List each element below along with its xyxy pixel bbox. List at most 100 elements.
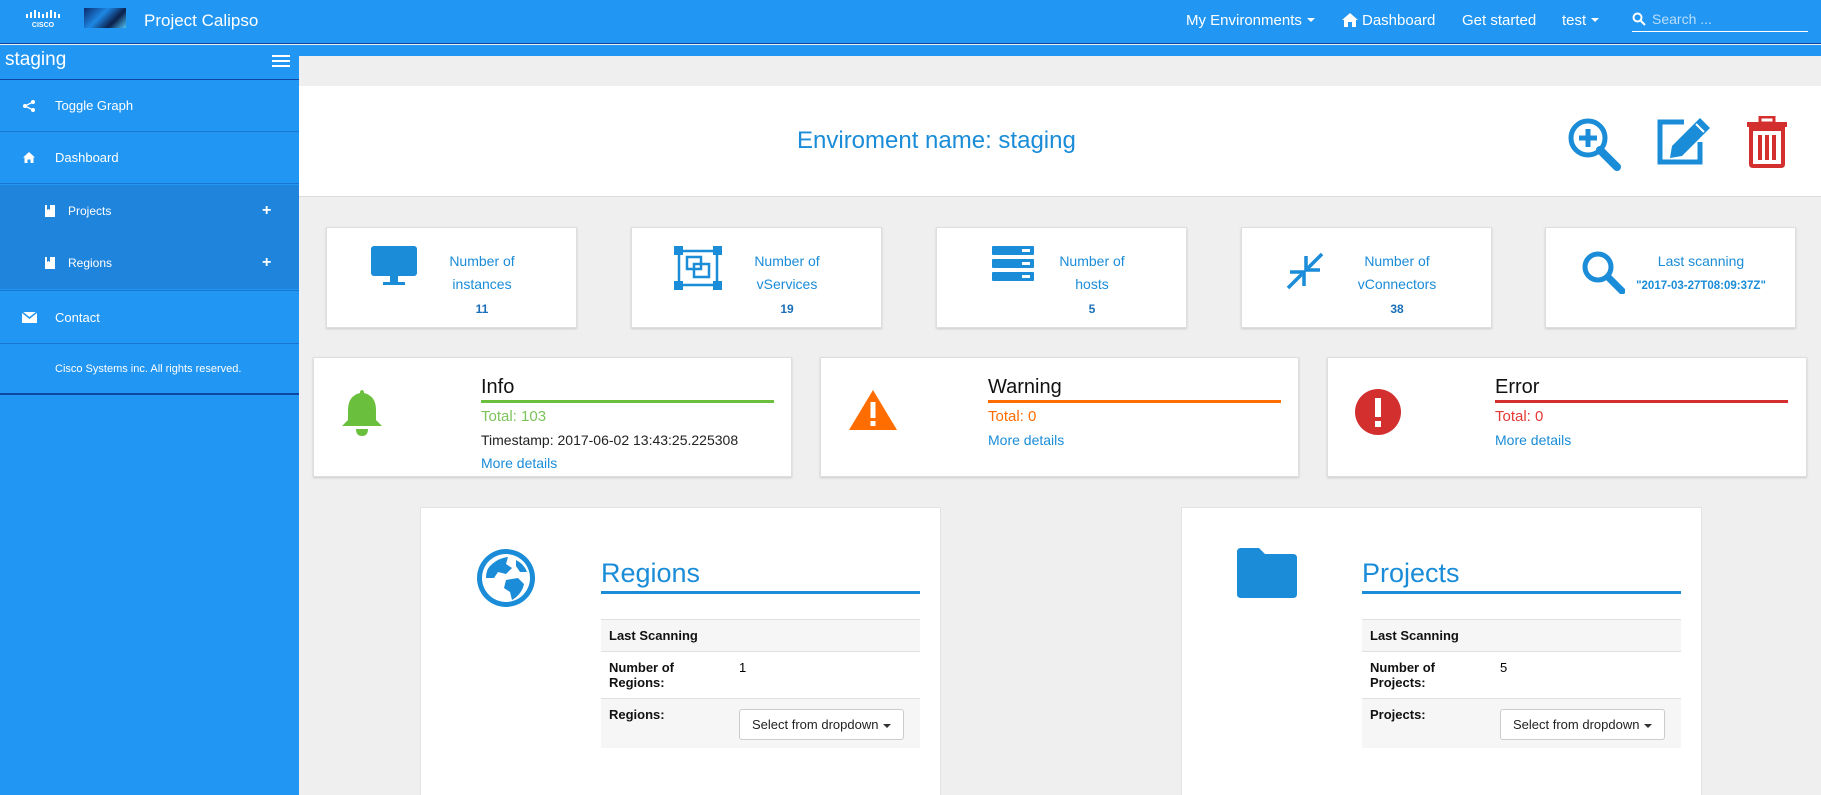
stat-label-line2: vServices	[756, 276, 818, 292]
trash-icon	[1747, 116, 1787, 168]
alert-title: Info	[481, 376, 774, 403]
nav-dashboard-link[interactable]: Dashboard	[1341, 0, 1435, 40]
bookmark-icon	[45, 205, 55, 217]
warning-triangle-icon	[847, 388, 899, 432]
zoom-in-button[interactable]	[1566, 116, 1622, 172]
my-environments-dropdown[interactable]: My Environments	[1186, 0, 1315, 40]
edit-button[interactable]	[1654, 116, 1712, 168]
more-details-link[interactable]: More details	[1495, 432, 1571, 448]
expand-plus-icon[interactable]: +	[262, 254, 271, 272]
alert-timestamp: Timestamp: 2017-06-02 13:43:25.225308	[481, 432, 739, 448]
sidebar-item-label: Projects	[68, 204, 112, 218]
stat-value: 5	[1088, 302, 1096, 316]
share-icon	[22, 99, 36, 113]
regions-title: Regions	[601, 558, 920, 594]
projects-select-label: Projects:	[1362, 698, 1492, 748]
alert-total: Total: 0	[1495, 408, 1544, 425]
regions-card: Regions Last Scanning Number of Regions:…	[420, 507, 941, 795]
alert-title: Warning	[988, 376, 1281, 403]
sidebar-item-dashboard[interactable]: Dashboard	[0, 132, 299, 184]
caret-down-icon	[883, 723, 892, 728]
dropdown-label: Select from dropdown	[1513, 717, 1640, 732]
caret-down-icon	[1644, 723, 1653, 728]
expand-plus-icon[interactable]: +	[262, 202, 271, 220]
more-details-link[interactable]: More details	[481, 455, 557, 471]
user-name: test	[1562, 11, 1587, 29]
search-box	[1632, 6, 1808, 32]
sidebar-item-projects[interactable]: Projects +	[0, 185, 299, 237]
stat-label-line1: Last scanning	[1657, 253, 1745, 269]
last-scanning-label: Last Scanning	[1362, 619, 1681, 652]
projects-count-value: 5	[1492, 651, 1681, 699]
home-icon	[1342, 13, 1358, 27]
globe-icon	[476, 548, 536, 608]
nav-dashboard-label: Dashboard	[1362, 11, 1436, 29]
environment-header: Enviroment name: staging	[299, 86, 1821, 197]
projects-title: Projects	[1362, 558, 1681, 594]
alert-total: Total: 103	[481, 408, 547, 425]
vservices-icon	[674, 246, 722, 290]
brand-title[interactable]: Project Calipso	[144, 11, 258, 31]
user-menu-dropdown[interactable]: test	[1562, 0, 1600, 40]
alert-card-info: Info Total: 103 Timestamp: 2017-06-02 13…	[313, 357, 792, 477]
last-scanning-value: "2017-03-27T08:09:37Z"	[1636, 280, 1766, 292]
projects-dropdown[interactable]: Select from dropdown	[1500, 709, 1666, 740]
search-input[interactable]	[1652, 10, 1792, 27]
dropdown-label: Select from dropdown	[752, 717, 879, 732]
stat-card-vconnectors: Number of vConnectors 38	[1241, 227, 1492, 328]
stat-label-line1: Number of	[754, 253, 820, 269]
hamburger-menu-icon[interactable]	[272, 54, 290, 68]
search-icon	[1632, 12, 1646, 26]
stat-label-line1: Number of	[1059, 253, 1125, 269]
projects-card: Projects Last Scanning Number of Project…	[1181, 507, 1702, 795]
stat-label-line2: hosts	[1075, 276, 1109, 292]
regions-count-label: Number of Regions:	[601, 651, 731, 699]
error-circle-icon	[1354, 388, 1402, 436]
caret-down-icon	[1306, 18, 1315, 22]
sidebar-item-toggle-graph[interactable]: Toggle Graph	[0, 80, 299, 132]
regions-dropdown[interactable]: Select from dropdown	[739, 709, 905, 740]
sidebar: staging Toggle Graph Dashboard Projects …	[0, 45, 299, 795]
monitor-icon	[371, 246, 417, 286]
envelope-icon	[22, 311, 37, 323]
last-scanning-label: Last Scanning	[601, 619, 920, 652]
main-content: Enviroment name: staging Number of insta…	[299, 45, 1821, 795]
sidebar-item-regions[interactable]: Regions +	[0, 237, 299, 289]
caret-down-icon	[1591, 18, 1600, 22]
regions-count-value: 1	[731, 651, 920, 699]
calipso-logo-image	[84, 8, 126, 28]
regions-select-label: Regions:	[601, 698, 731, 748]
sidebar-environment-name: staging	[5, 49, 67, 70]
projects-count-label: Number of Projects:	[1362, 651, 1492, 699]
delete-button[interactable]	[1745, 116, 1789, 168]
bookmark-icon	[45, 257, 55, 269]
projects-table: Last Scanning Number of Projects: 5 Proje…	[1362, 619, 1681, 748]
home-icon	[22, 151, 36, 164]
sidebar-item-label: Regions	[68, 256, 113, 270]
more-details-link[interactable]: More details	[988, 432, 1064, 448]
stat-value: 19	[780, 302, 794, 316]
nav-get-started-link[interactable]: Get started	[1462, 0, 1536, 40]
sidebar-item-contact[interactable]: Contact	[0, 290, 299, 344]
top-navbar: CISCO Project Calipso My Environments Da…	[0, 0, 1821, 44]
sidebar-item-label: Toggle Graph	[55, 98, 134, 113]
stat-value: 11	[475, 302, 489, 316]
stat-label-line1: Number of	[449, 253, 515, 269]
stat-label-line1: Number of	[1364, 253, 1430, 269]
bell-icon	[340, 388, 384, 438]
regions-table: Last Scanning Number of Regions: 1 Region…	[601, 619, 920, 748]
copyright-text: Cisco Systems inc. All rights reserved.	[0, 345, 299, 395]
alert-card-warning: Warning Total: 0 More details	[820, 357, 1299, 477]
stat-label-line2: instances	[452, 276, 512, 292]
stat-label-line2: vConnectors	[1357, 276, 1437, 292]
cisco-logo[interactable]: CISCO	[24, 9, 62, 29]
svg-text:CISCO: CISCO	[32, 22, 55, 29]
stat-value: 38	[1390, 302, 1404, 316]
stat-card-instances: Number of instances 11	[326, 227, 577, 328]
nav-get-started-label: Get started	[1462, 11, 1537, 29]
stat-card-last-scanning: Last scanning "2017-03-27T08:09:37Z"	[1545, 227, 1796, 328]
zoom-in-icon	[1568, 118, 1621, 171]
alert-title: Error	[1495, 376, 1788, 403]
header-accent-strip	[299, 45, 1821, 56]
my-environments-label: My Environments	[1186, 11, 1302, 29]
